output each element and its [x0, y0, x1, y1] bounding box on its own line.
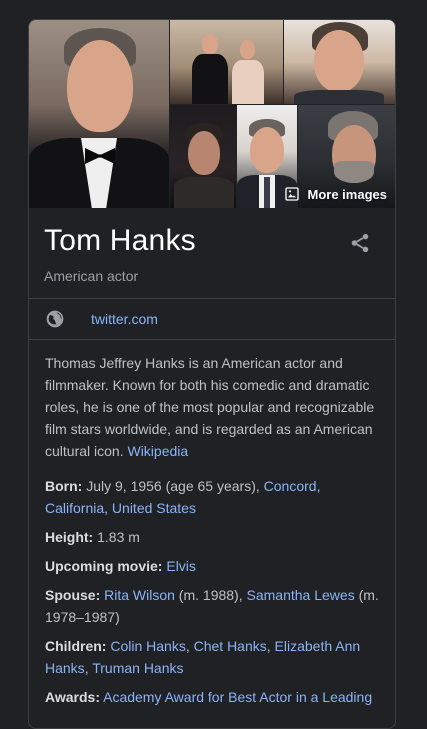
more-images-label: More images: [307, 186, 387, 202]
concord-link[interactable]: Concord,: [264, 478, 321, 494]
fact-label: Height:: [45, 529, 94, 545]
fact-height: Height: 1.83 m: [45, 526, 379, 548]
entity-title: Tom Hanks: [44, 224, 196, 257]
facts-list: Born: July 9, 1956 (age 65 years), Conco…: [29, 462, 395, 708]
chet-hanks-link[interactable]: Chet Hanks: [194, 638, 267, 654]
fact-label: Born:: [45, 478, 83, 494]
entity-subtitle: American actor: [44, 268, 139, 284]
fact-spouse: Spouse: Rita Wilson (m. 1988), Samantha …: [45, 584, 379, 628]
elvis-link[interactable]: Elvis: [166, 558, 196, 574]
fact-upcoming-movie: Upcoming movie: Elvis: [45, 555, 379, 577]
united-states-link[interactable]: United States: [112, 500, 196, 516]
fact-value: (m. 1988),: [174, 587, 247, 603]
globe-icon: [46, 310, 64, 328]
image-gallery: More images: [29, 20, 395, 208]
website-link[interactable]: twitter.com: [91, 311, 158, 327]
main-photo[interactable]: [29, 20, 169, 208]
truman-hanks-link[interactable]: Truman Hanks: [92, 660, 183, 676]
description: Thomas Jeffrey Hanks is an American acto…: [29, 340, 395, 462]
description-text: Thomas Jeffrey Hanks is an American acto…: [45, 355, 375, 459]
separator: ,: [104, 500, 112, 516]
separator: ,: [185, 638, 194, 654]
rita-wilson-link[interactable]: Rita Wilson: [104, 587, 175, 603]
photo-dark[interactable]: [170, 105, 236, 208]
separator: ,: [266, 638, 275, 654]
knowledge-panel: More images Tom Hanks American actor twi…: [28, 19, 396, 729]
fact-awards: Awards: Academy Award for Best Actor in …: [45, 686, 379, 708]
share-icon[interactable]: [349, 232, 371, 254]
fact-label: Upcoming movie:: [45, 558, 163, 574]
fact-label: Spouse:: [45, 587, 101, 603]
academy-award-link[interactable]: Academy Award for Best Actor in a Leadin…: [103, 689, 372, 705]
fact-value: 1.83 m: [93, 529, 140, 545]
samantha-lewes-link[interactable]: Samantha Lewes: [247, 587, 355, 603]
colin-hanks-link[interactable]: Colin Hanks: [110, 638, 185, 654]
wikipedia-link[interactable]: Wikipedia: [127, 443, 188, 459]
fact-label: Awards:: [45, 689, 100, 705]
photo-couple[interactable]: [170, 20, 283, 104]
more-images-button[interactable]: More images: [284, 186, 387, 202]
fact-value: July 9, 1956 (age 65 years),: [82, 478, 264, 494]
website-row: twitter.com: [29, 299, 395, 339]
title-section: Tom Hanks American actor: [29, 208, 395, 298]
image-icon: [284, 187, 299, 201]
california-link[interactable]: California: [45, 500, 104, 516]
fact-children: Children: Colin Hanks, Chet Hanks, Eliza…: [45, 635, 379, 679]
photo-portrait-smile[interactable]: [284, 20, 395, 104]
fact-born: Born: July 9, 1956 (age 65 years), Conco…: [45, 475, 379, 519]
fact-label: Children:: [45, 638, 107, 654]
